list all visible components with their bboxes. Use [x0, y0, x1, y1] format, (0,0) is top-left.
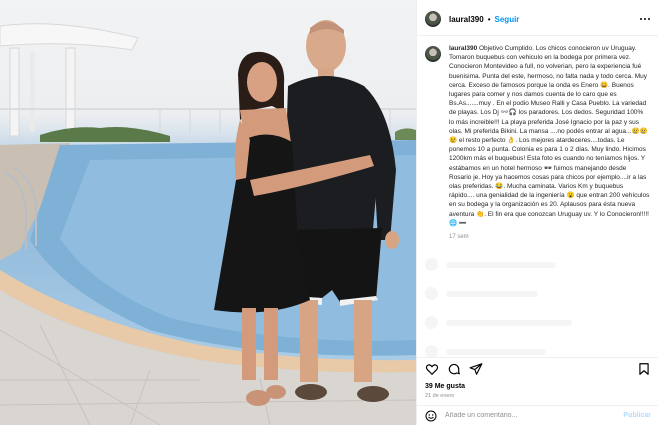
emoji-icon[interactable] — [425, 410, 437, 422]
comment-placeholder — [425, 258, 650, 272]
post-comment-button[interactable]: Publicar — [623, 412, 651, 419]
post-header: laural390 • Seguir — [417, 3, 658, 36]
follow-button[interactable]: Seguir — [495, 15, 520, 24]
caption-username[interactable]: laural390 — [449, 45, 477, 52]
action-bar — [417, 357, 658, 379]
comment-bar: Publicar — [417, 405, 658, 425]
separator-dot: • — [487, 14, 491, 24]
comment-placeholder — [425, 316, 650, 330]
comment-icon[interactable] — [447, 362, 461, 376]
comments-loading — [417, 240, 658, 359]
caption: laural390 Objetivo Cumplido. Los chicos … — [449, 44, 650, 228]
comment-placeholder — [425, 287, 650, 301]
heart-icon[interactable] — [425, 362, 439, 376]
author-avatar[interactable] — [425, 11, 441, 27]
share-icon[interactable] — [469, 362, 483, 376]
author-username[interactable]: laural390 — [449, 15, 484, 24]
caption-text: Objetivo Cumplido. Los chicos conocieron… — [449, 45, 650, 227]
caption-block: laural390 Objetivo Cumplido. Los chicos … — [417, 36, 658, 228]
caption-avatar[interactable] — [425, 46, 441, 62]
post-photo — [0, 0, 416, 425]
post-date[interactable]: 21 de enero — [425, 393, 454, 399]
likes-count[interactable]: 39 Me gusta — [425, 383, 465, 390]
more-icon[interactable] — [640, 18, 650, 20]
bookmark-icon[interactable] — [637, 362, 651, 376]
photo-scene — [0, 20, 416, 425]
comment-input[interactable] — [445, 412, 615, 419]
post-side-panel: laural390 • Seguir laural390 Objetivo Cu… — [416, 0, 658, 425]
